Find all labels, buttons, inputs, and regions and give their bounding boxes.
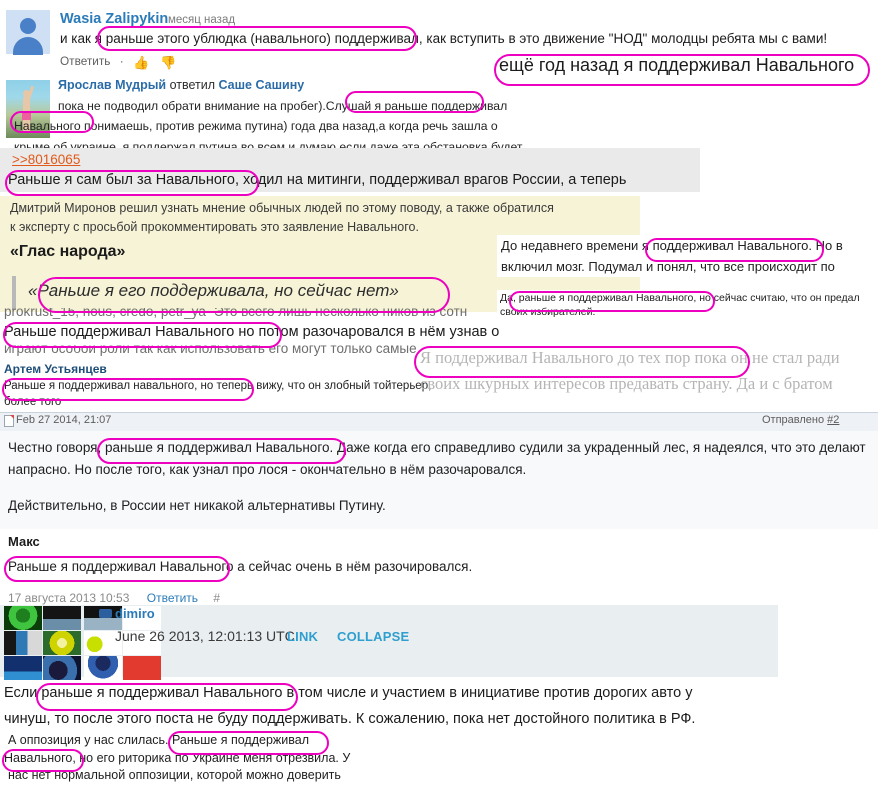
forum-post-line3: Действительно, в России нет никакой альт…	[8, 498, 386, 513]
comment-timestamp-wasia: месяц назад	[168, 14, 236, 26]
avatar-figure-arm	[26, 85, 35, 101]
lj-collapse-button[interactable]: COLLAPSE	[337, 629, 409, 644]
article-quote: «Раньше я его поддерживала, но сейчас не…	[28, 281, 399, 300]
clipped-line-top: prokrust_15, nous, credo, petr_ya- Это в…	[4, 308, 468, 319]
lj-icon-thumb	[123, 656, 161, 680]
article-line1: Дмитрий Миронов решил узнать мнение обыч…	[10, 201, 554, 215]
thumbs-down-icon[interactable]: 👎	[160, 55, 176, 70]
comment-body-wasia: и как я раньше этого ублюдка (навального…	[60, 31, 828, 46]
forum-post-number[interactable]: #2	[827, 414, 839, 426]
comment-header-yaroslav: Ярослав Мудрый ответил Саше Сашину	[58, 78, 304, 92]
forum-post-line2: напрасно. Но после того, как узнал про л…	[8, 462, 527, 477]
forum-sent-label: Отправлено	[762, 414, 825, 426]
white-quote-right-line1: До недавнего времени я поддерживал Навал…	[501, 238, 843, 253]
comment-meta-maks: 17 августа 2013 10:53 Ответить #	[8, 591, 220, 605]
avatar-body-shape	[13, 37, 43, 55]
comment-date-maks: 17 августа 2013 10:53	[8, 591, 130, 605]
page-icon	[4, 415, 14, 427]
board-post-link[interactable]: >>8016065	[12, 152, 80, 167]
comment-author-wasia[interactable]: Wasia Zalipykin	[60, 11, 168, 27]
lj-icon-thumb	[43, 631, 81, 655]
clipped-line-bottom-container: играют особой роли так как использовать …	[0, 345, 470, 358]
last-comment-line2: Навального, но его риторика по Украине м…	[4, 751, 351, 765]
reply-row-wasia: Ответить · 👍 👎	[60, 53, 177, 70]
last-comment-line3: нас нет нормальной оппозиции, которой мо…	[8, 768, 341, 782]
reply-separator: ·	[119, 54, 124, 68]
comment-author-yaroslav[interactable]: Ярослав Мудрый	[58, 78, 166, 92]
avatar-wasia	[6, 10, 50, 55]
lj-icon-thumb	[4, 631, 42, 655]
last-comment-line1: А оппозиция у нас слилась. Раньше я подд…	[8, 733, 310, 747]
comment-body-line2-artem: более того	[4, 396, 62, 408]
article-quote-bar	[12, 276, 16, 310]
lj-icon-thumb	[4, 606, 42, 630]
lj-icon-thumb	[43, 656, 81, 680]
reply-button-wasia[interactable]: Ответить	[60, 54, 110, 68]
lj-icon-grid-left	[4, 606, 81, 680]
permalink-hash-maks[interactable]: #	[213, 591, 220, 605]
banner-text: ещё год назад я поддерживал Навального	[499, 55, 855, 75]
article-heading: «Глас народа»	[10, 243, 126, 260]
small-quote-right-line2: своих избирателей.	[500, 306, 596, 318]
reply-button-maks[interactable]: Ответить	[147, 591, 198, 605]
lj-post-line2: чинуш, то после этого поста не буду подд…	[4, 711, 696, 727]
thumbs-up-icon[interactable]: 👍	[133, 55, 149, 70]
comment-author-maks: Макс	[8, 534, 40, 549]
comment-target-user[interactable]: Саше Сашину	[219, 78, 305, 92]
lj-post-date: June 26 2013, 12:01:13 UTC	[115, 628, 295, 644]
forum-post-date: Feb 27 2014, 21:07	[16, 414, 112, 426]
forum-meta-bar	[0, 412, 878, 433]
forum-post-line1: Честно говоря, раньше я поддерживал Нава…	[8, 440, 866, 455]
lj-username[interactable]: dimiro	[115, 606, 155, 621]
avatar-head-shape	[20, 18, 36, 34]
comment-author-artem[interactable]: Артем Устьянцев	[4, 362, 107, 376]
small-quote-right-line1: Да, раньше я поддерживал Навального, но …	[500, 292, 860, 304]
board-post-text: Раньше я сам был за Навального, ходил на…	[8, 172, 627, 188]
comment-body-line1-yaroslav: пока не подводил обрати внимание на проб…	[58, 99, 508, 113]
clipped-line-bottom: играют особой роли так как использовать …	[4, 345, 417, 356]
serif-quote-line2: своих шкурных интересов предавать страну…	[420, 374, 833, 393]
comment-body-line2-yaroslav: Навального понимаешь, против режима пути…	[14, 119, 498, 133]
comment-action-label: ответил	[169, 78, 216, 92]
clipped-line-main: Раньше поддерживал Навального но потом р…	[4, 324, 500, 340]
lj-icon-thumb	[84, 656, 122, 680]
lj-link-button[interactable]: LINK	[287, 629, 318, 644]
comment-body-maks: Раньше я поддерживал Навального а сейчас…	[8, 559, 473, 574]
clipped-line-top-container: prokrust_15, nous, credo, petr_ya- Это в…	[0, 308, 470, 322]
forum-sent-info: Отправлено #2	[762, 414, 839, 426]
white-quote-right-line2: включил мозг. Подумал и понял, что все п…	[501, 259, 835, 274]
article-line2: к эксперту с просьбой прокомментировать …	[10, 220, 419, 234]
lj-icon-thumb	[43, 606, 81, 630]
lj-post-line1: Если раньше я поддерживал Навального в т…	[4, 685, 693, 701]
serif-quote-line1: Я поддерживал Навального до тех пор пока…	[420, 348, 840, 367]
comment-body-line1-artem: Раньше я поддерживал навального, но тепе…	[4, 380, 432, 392]
lj-icon-thumb	[4, 656, 42, 680]
lj-user-icon	[99, 609, 112, 618]
